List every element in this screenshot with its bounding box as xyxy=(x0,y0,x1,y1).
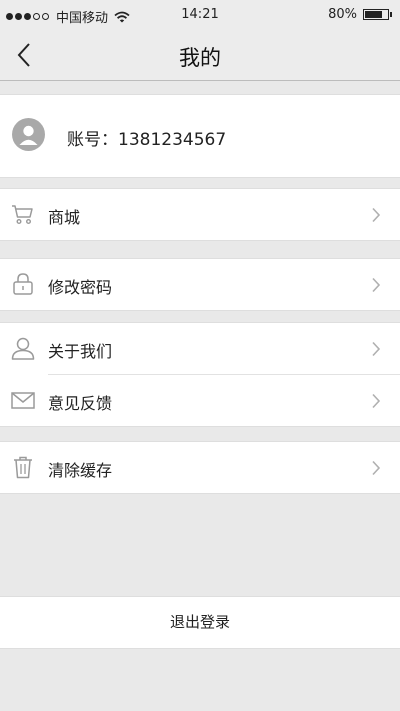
menu-item-label: 修改密码 xyxy=(48,278,113,297)
menu-item-label: 商城 xyxy=(48,208,81,227)
menu-item-label: 清除缓存 xyxy=(48,461,113,480)
chevron-right-icon xyxy=(372,393,381,409)
trash-icon xyxy=(14,456,32,479)
menu-item[interactable]: 意见反馈 xyxy=(0,375,400,426)
menu-item[interactable]: 商城 xyxy=(0,189,400,240)
page-title: 我的 xyxy=(179,46,221,70)
chevron-right-icon xyxy=(372,207,381,223)
chevron-right-icon xyxy=(372,460,381,476)
cart-icon xyxy=(12,205,33,225)
logout-button[interactable]: 退出登录 xyxy=(0,596,400,649)
battery-percent: 80% xyxy=(328,7,357,22)
menu-group: 修改密码 xyxy=(0,258,400,311)
chevron-right-icon xyxy=(372,277,381,293)
user-avatar-icon xyxy=(12,118,45,151)
status-bar: 中国移动 14:21 80% xyxy=(0,0,400,30)
menu-group: 商城 xyxy=(0,188,400,241)
mail-icon xyxy=(11,392,35,409)
profile-card[interactable]: 账号：1381234567 xyxy=(0,94,400,178)
menu-group: 关于我们 意见反馈 xyxy=(0,322,400,427)
menu-item-label: 意见反馈 xyxy=(48,394,113,413)
battery-tip xyxy=(390,12,392,17)
nav-bar: 我的 xyxy=(0,30,400,81)
menu-item[interactable]: 清除缓存 xyxy=(0,442,400,493)
account-number: 账号：1381234567 xyxy=(67,130,227,150)
battery-icon xyxy=(363,9,389,20)
chevron-right-icon xyxy=(372,341,381,357)
menu-item[interactable]: 修改密码 xyxy=(0,259,400,310)
person-icon xyxy=(11,337,35,360)
lock-icon xyxy=(13,273,33,295)
menu-item[interactable]: 关于我们 xyxy=(0,323,400,374)
menu-group: 清除缓存 xyxy=(0,441,400,494)
status-right: 80% xyxy=(328,7,392,22)
menu-item-label: 关于我们 xyxy=(48,342,113,361)
